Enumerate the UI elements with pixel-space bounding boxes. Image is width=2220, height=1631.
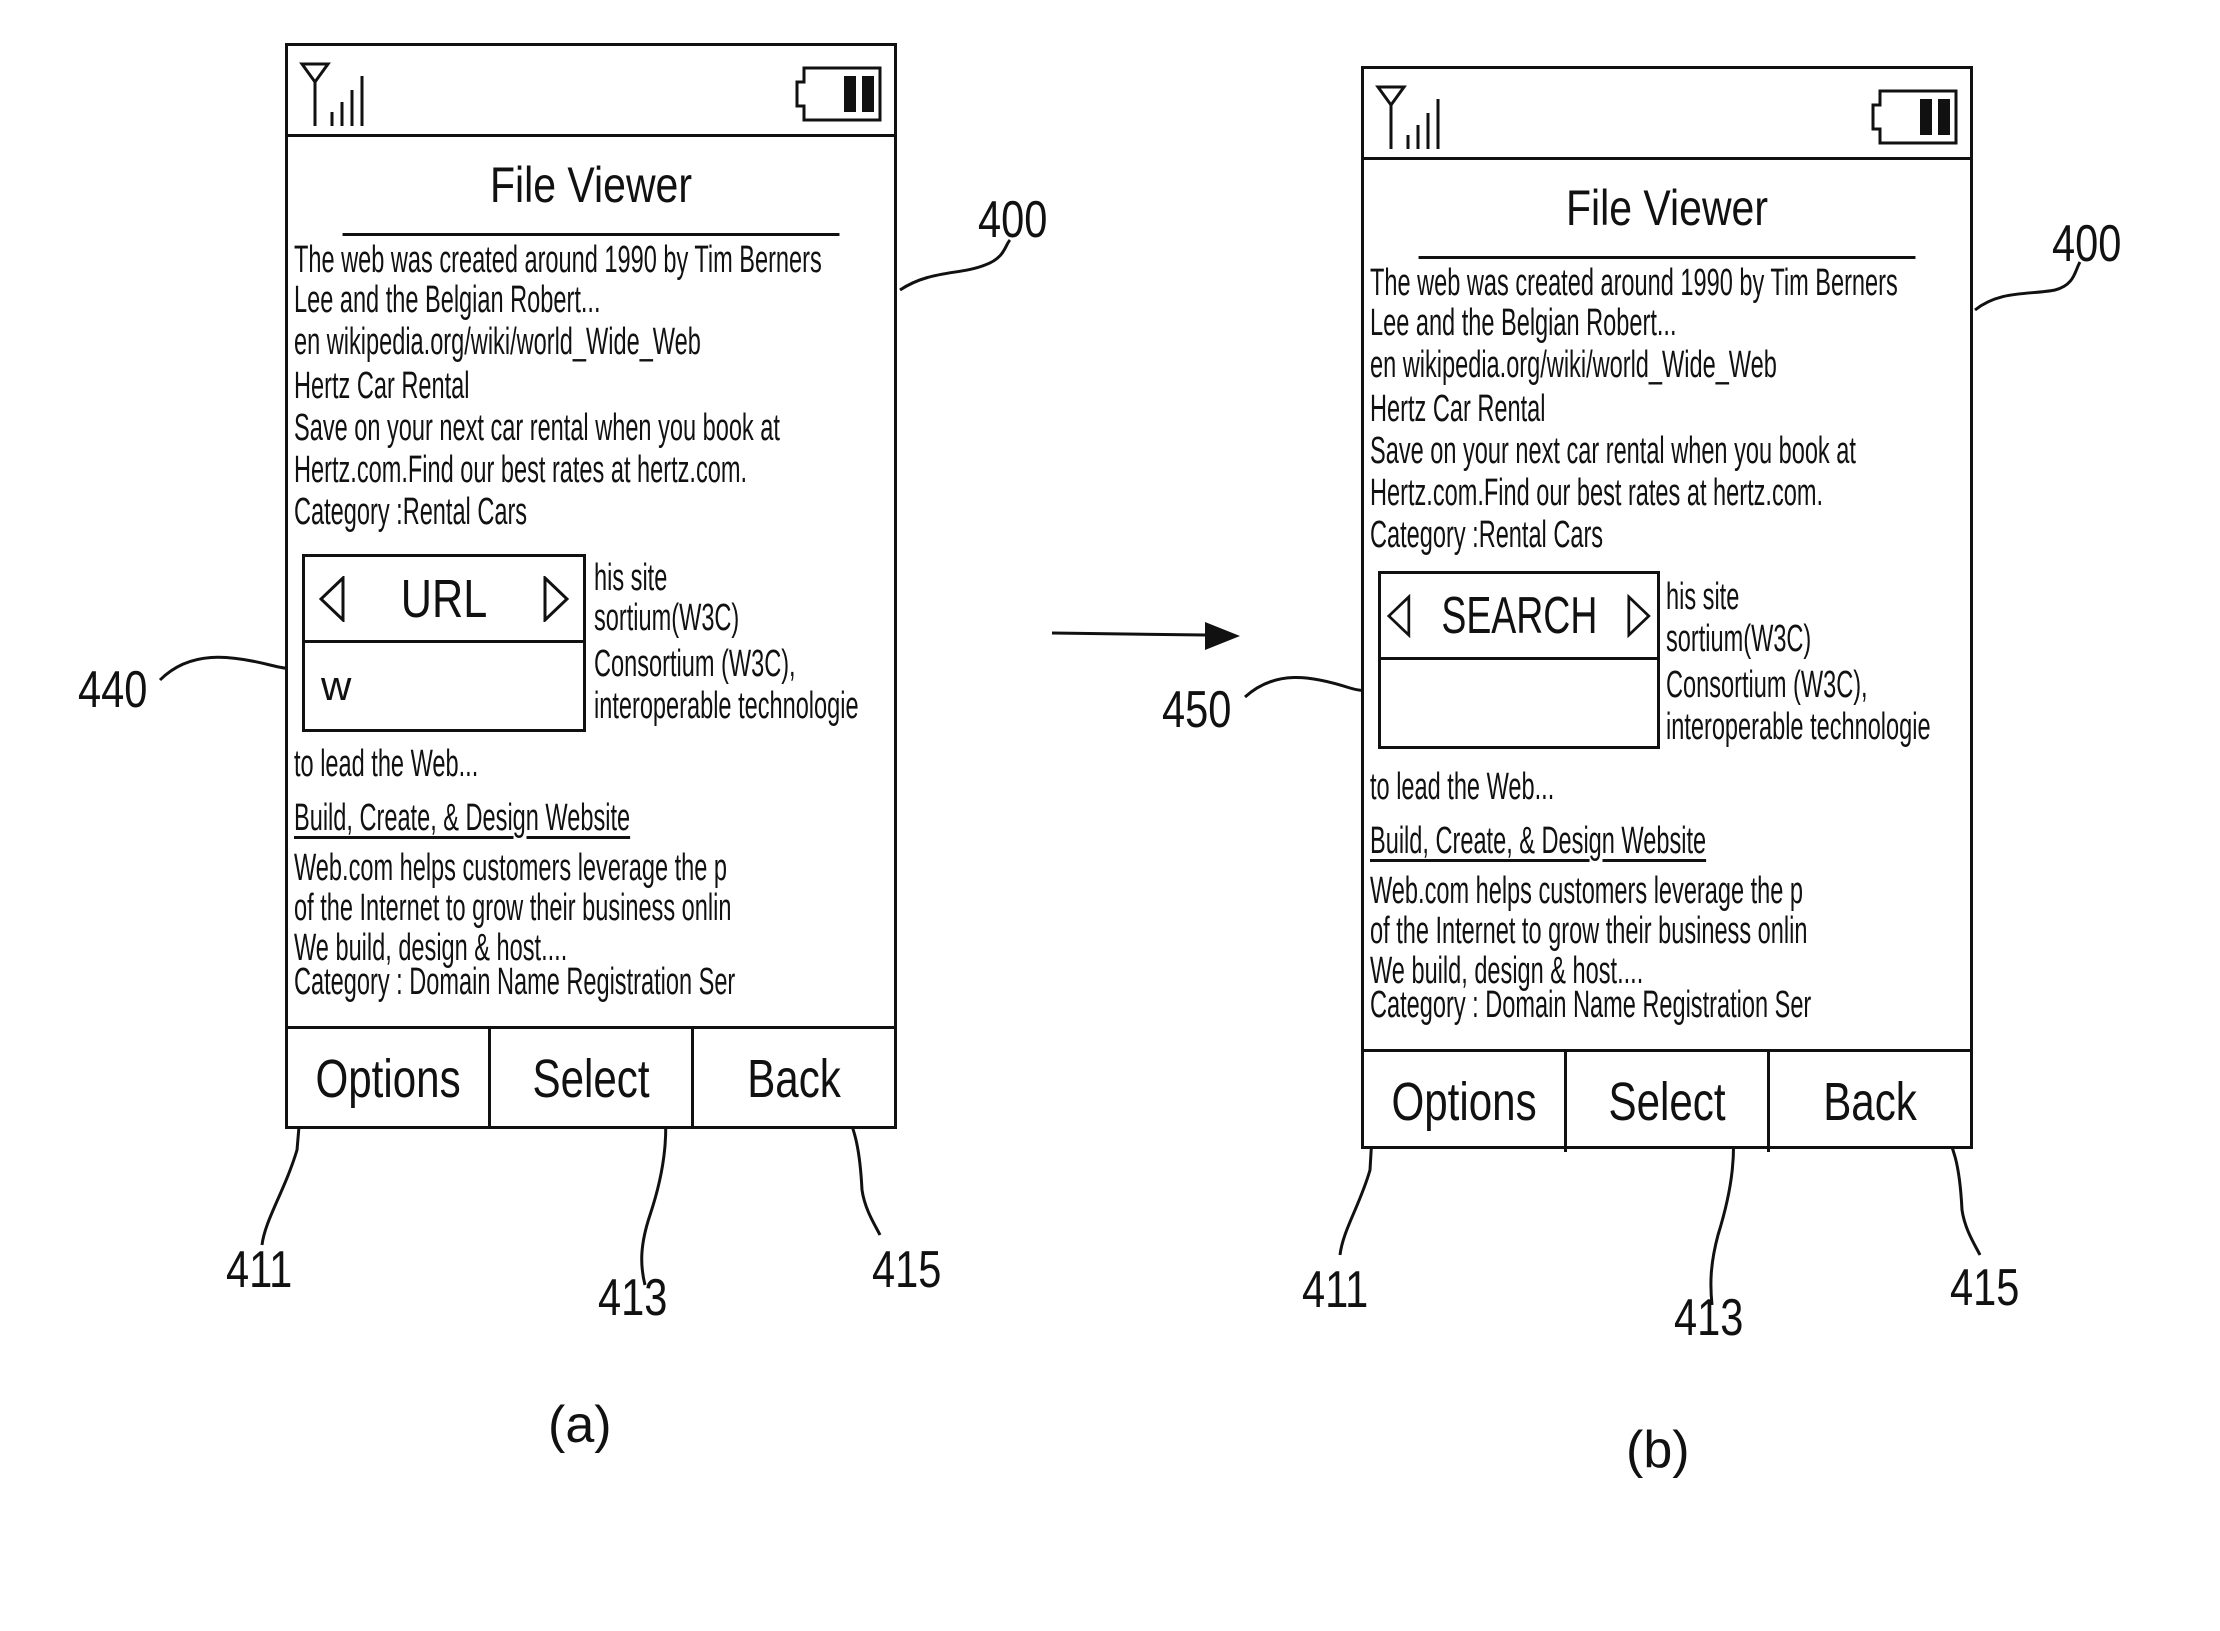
antenna-signal-icon xyxy=(1375,85,1440,149)
result-text: Hertz.com.Find our best rates at hertz.c… xyxy=(1370,472,1824,514)
result-text: Hertz.com.Find our best rates at hertz.c… xyxy=(294,449,748,491)
ref-label-options: 411 xyxy=(226,1241,293,1299)
figure-caption-b: (b) xyxy=(1626,1421,1690,1479)
popup-mode-selector[interactable]: SEARCH xyxy=(1381,574,1657,660)
result-text: Save on your next car rental when you bo… xyxy=(294,407,780,449)
triangle-right-icon[interactable] xyxy=(543,575,569,622)
result-text: to lead the Web... xyxy=(294,743,479,785)
result-text: The web was created around 1990 by Tim B… xyxy=(294,239,822,281)
result-text: sortium(W3C) xyxy=(1666,618,1812,660)
ref-label-popup: 440 xyxy=(78,661,148,719)
ref-label-popup: 450 xyxy=(1162,681,1232,739)
search-input-popup[interactable]: SEARCH xyxy=(1378,571,1660,749)
ref-label-back: 415 xyxy=(872,1241,942,1299)
result-link-title[interactable]: Build, Create, & Design Website xyxy=(1370,821,1706,861)
back-softkey[interactable]: Back xyxy=(1770,1052,1970,1152)
ref-label-select: 413 xyxy=(598,1269,668,1327)
result-text: his site xyxy=(1666,576,1740,618)
popup-mode-selector[interactable]: URL xyxy=(305,557,583,643)
result-text: The web was created around 1990 by Tim B… xyxy=(1370,262,1898,304)
result-link-title[interactable]: Build, Create, & Design Website xyxy=(294,798,630,838)
ref-label-device: 400 xyxy=(978,191,1048,249)
url-input-popup[interactable]: URL w xyxy=(302,554,586,732)
options-softkey[interactable]: Options xyxy=(288,1029,491,1129)
softkey-bar: Options Select Back xyxy=(288,1029,894,1129)
battery-icon xyxy=(1871,89,1958,145)
result-text: Save on your next car rental when you bo… xyxy=(1370,430,1856,472)
page-title: File Viewer xyxy=(1418,160,1916,259)
figure-caption-a: (a) xyxy=(548,1396,612,1454)
ref-label-options: 411 xyxy=(1302,1261,1369,1319)
result-text: Consortium (W3C), xyxy=(1666,664,1868,706)
select-softkey[interactable]: Select xyxy=(491,1029,694,1129)
result-text: Web.com helps customers leverage the p xyxy=(1370,870,1804,912)
result-text: his site xyxy=(594,557,668,599)
url-input-field[interactable]: w xyxy=(305,643,583,729)
search-input-field[interactable] xyxy=(1381,660,1657,746)
antenna-signal-icon xyxy=(299,62,364,126)
result-title[interactable]: Hertz Car Rental xyxy=(294,366,469,406)
ref-label-device: 400 xyxy=(2052,215,2122,273)
status-bar xyxy=(1364,69,1970,160)
result-url[interactable]: en wikipedia.org/wiki/world_Wide_Web xyxy=(294,322,701,362)
ref-label-back: 415 xyxy=(1950,1259,2020,1317)
result-category: Category : Domain Name Registration Ser xyxy=(1370,984,1812,1026)
leader-411-a xyxy=(260,1114,302,1246)
options-softkey[interactable]: Options xyxy=(1364,1052,1567,1152)
phone-a: File Viewer The web was created around 1… xyxy=(285,43,897,1129)
result-text: interoperable technologie xyxy=(594,685,859,727)
result-text: Web.com helps customers leverage the p xyxy=(294,847,728,889)
select-softkey[interactable]: Select xyxy=(1567,1052,1770,1152)
triangle-left-icon[interactable] xyxy=(1387,593,1411,639)
phone-b: File Viewer The web was created around 1… xyxy=(1361,66,1973,1152)
result-text: sortium(W3C) xyxy=(594,597,740,639)
softkey-bar: Options Select Back xyxy=(1364,1052,1970,1152)
result-category: Category : Domain Name Registration Ser xyxy=(294,961,736,1003)
result-url[interactable]: en wikipedia.org/wiki/world_Wide_Web xyxy=(1370,345,1777,385)
result-text: to lead the Web... xyxy=(1370,766,1555,808)
battery-icon xyxy=(795,66,882,122)
back-softkey[interactable]: Back xyxy=(694,1029,894,1129)
page-title: File Viewer xyxy=(342,137,840,236)
result-text: of the Internet to grow their business o… xyxy=(294,887,732,929)
result-text: Lee and the Belgian Robert... xyxy=(294,279,601,321)
result-category: Category :Rental Cars xyxy=(294,491,528,533)
transition-arrow-shaft xyxy=(1051,631,1206,637)
popup-mode-label: URL xyxy=(400,568,488,629)
transition-arrow-head xyxy=(1205,622,1240,650)
result-title[interactable]: Hertz Car Rental xyxy=(1370,389,1545,429)
result-category: Category :Rental Cars xyxy=(1370,514,1604,556)
status-bar xyxy=(288,46,894,137)
search-results-content: The web was created around 1990 by Tim B… xyxy=(288,236,894,1029)
leader-411-b xyxy=(1338,1135,1374,1256)
triangle-right-icon[interactable] xyxy=(1627,593,1651,639)
search-results-content: The web was created around 1990 by Tim B… xyxy=(1364,259,1970,1052)
popup-mode-label: SEARCH xyxy=(1440,586,1598,645)
triangle-left-icon[interactable] xyxy=(319,575,345,622)
result-text: Consortium (W3C), xyxy=(594,643,796,685)
result-text: Lee and the Belgian Robert... xyxy=(1370,302,1677,344)
result-text: interoperable technologie xyxy=(1666,706,1931,748)
ref-label-select: 413 xyxy=(1674,1289,1744,1347)
result-text: of the Internet to grow their business o… xyxy=(1370,910,1808,952)
